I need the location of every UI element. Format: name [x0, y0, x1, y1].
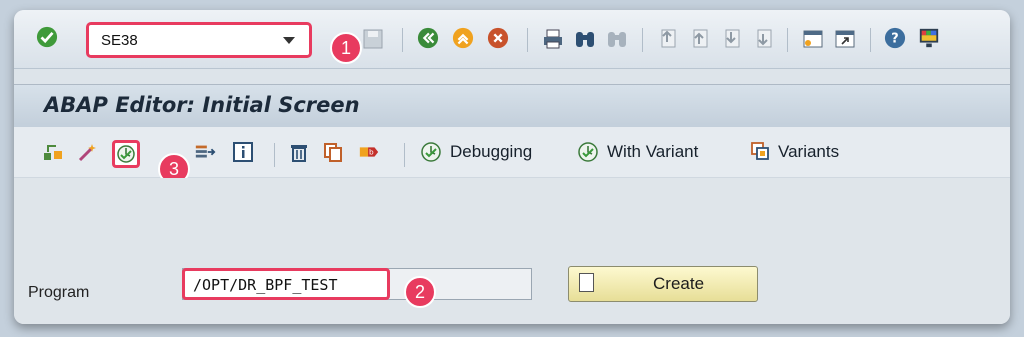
- exit-icon[interactable]: [452, 27, 474, 49]
- toolbar-separator: [642, 28, 643, 52]
- command-field-value: SE38: [101, 32, 138, 49]
- debugging-icon[interactable]: [420, 141, 442, 163]
- title-bar: ABAP Editor: Initial Screen: [14, 84, 1010, 128]
- find-next-icon[interactable]: [606, 28, 628, 50]
- help-icon[interactable]: ?: [884, 27, 906, 49]
- svg-text:?: ?: [891, 32, 898, 47]
- information-icon[interactable]: [232, 141, 254, 163]
- with-variant-icon[interactable]: [577, 141, 599, 163]
- application-toolbar: b Debugging With Variant Variants 3: [14, 127, 1010, 185]
- toolbar-separator: [402, 28, 403, 52]
- print-icon[interactable]: [542, 28, 564, 50]
- create-button[interactable]: Create: [568, 266, 758, 302]
- copy-icon[interactable]: [322, 141, 344, 163]
- variants-button[interactable]: Variants: [778, 142, 839, 162]
- create-button-label: Create: [653, 274, 705, 293]
- next-page-icon[interactable]: [720, 28, 742, 50]
- customize-layout-icon[interactable]: [918, 27, 940, 49]
- chevron-down-icon[interactable]: [283, 37, 295, 44]
- toolbar-separator: [870, 28, 871, 52]
- program-label: Program: [28, 284, 90, 301]
- magic-wand-icon[interactable]: [76, 141, 98, 163]
- first-page-icon[interactable]: [656, 28, 678, 50]
- page-title: ABAP Editor: Initial Screen: [44, 93, 360, 117]
- new-session-icon[interactable]: [802, 28, 824, 50]
- other-object-icon[interactable]: [42, 141, 64, 163]
- cancel-icon[interactable]: [487, 27, 509, 49]
- rename-icon[interactable]: b: [358, 141, 380, 163]
- program-input[interactable]: /OPT/DR_BPF_TEST: [182, 268, 390, 300]
- toolbar-separator: [787, 28, 788, 52]
- back-icon[interactable]: [417, 27, 439, 49]
- with-variant-button[interactable]: With Variant: [607, 142, 698, 162]
- save-icon[interactable]: [362, 28, 384, 50]
- sap-window: SE38 ? 1 ABAP Editor: Initial Screen b D…: [14, 10, 1010, 324]
- delete-icon[interactable]: [288, 141, 310, 163]
- where-used-icon[interactable]: [194, 141, 216, 163]
- variants-icon[interactable]: [750, 141, 772, 163]
- last-page-icon[interactable]: [752, 28, 774, 50]
- toolbar-separator: [404, 143, 405, 167]
- system-toolbar: SE38 ? 1: [14, 10, 1010, 69]
- debugging-button[interactable]: Debugging: [450, 142, 532, 162]
- selection-screen: Program /OPT/DR_BPF_TEST 2 Create: [14, 178, 1010, 324]
- enter-check-icon[interactable]: [36, 26, 58, 48]
- find-icon[interactable]: [574, 28, 596, 50]
- previous-page-icon[interactable]: [688, 28, 710, 50]
- command-field[interactable]: SE38: [86, 22, 312, 58]
- callout-badge-2: 2: [404, 276, 436, 308]
- svg-text:b: b: [369, 148, 374, 157]
- toolbar-separator: [274, 143, 275, 167]
- document-icon: [579, 273, 594, 292]
- shortcut-icon[interactable]: [834, 28, 856, 50]
- execute-icon[interactable]: [112, 140, 140, 168]
- callout-badge-1: 1: [330, 32, 362, 64]
- toolbar-separator: [527, 28, 528, 52]
